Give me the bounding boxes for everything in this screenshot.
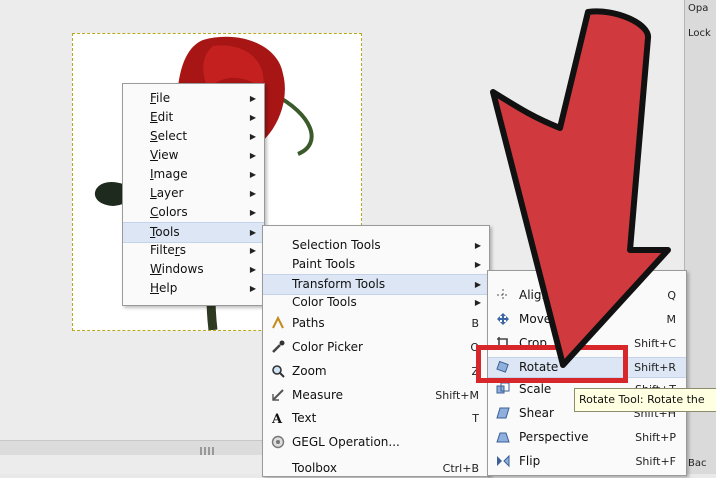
rotate-tooltip: Rotate Tool: Rotate the — [574, 388, 716, 412]
